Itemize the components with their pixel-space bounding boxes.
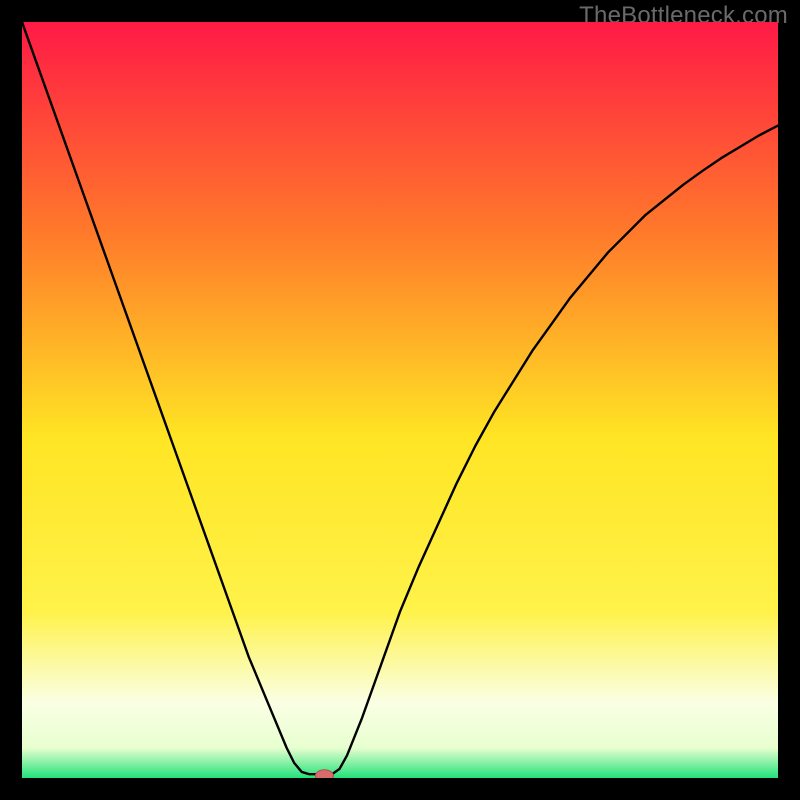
chart-frame: TheBottleneck.com bbox=[0, 0, 800, 800]
plot-area bbox=[22, 22, 778, 778]
gradient-background bbox=[22, 22, 778, 778]
bottleneck-chart bbox=[22, 22, 778, 778]
optimal-point-marker bbox=[315, 770, 333, 778]
